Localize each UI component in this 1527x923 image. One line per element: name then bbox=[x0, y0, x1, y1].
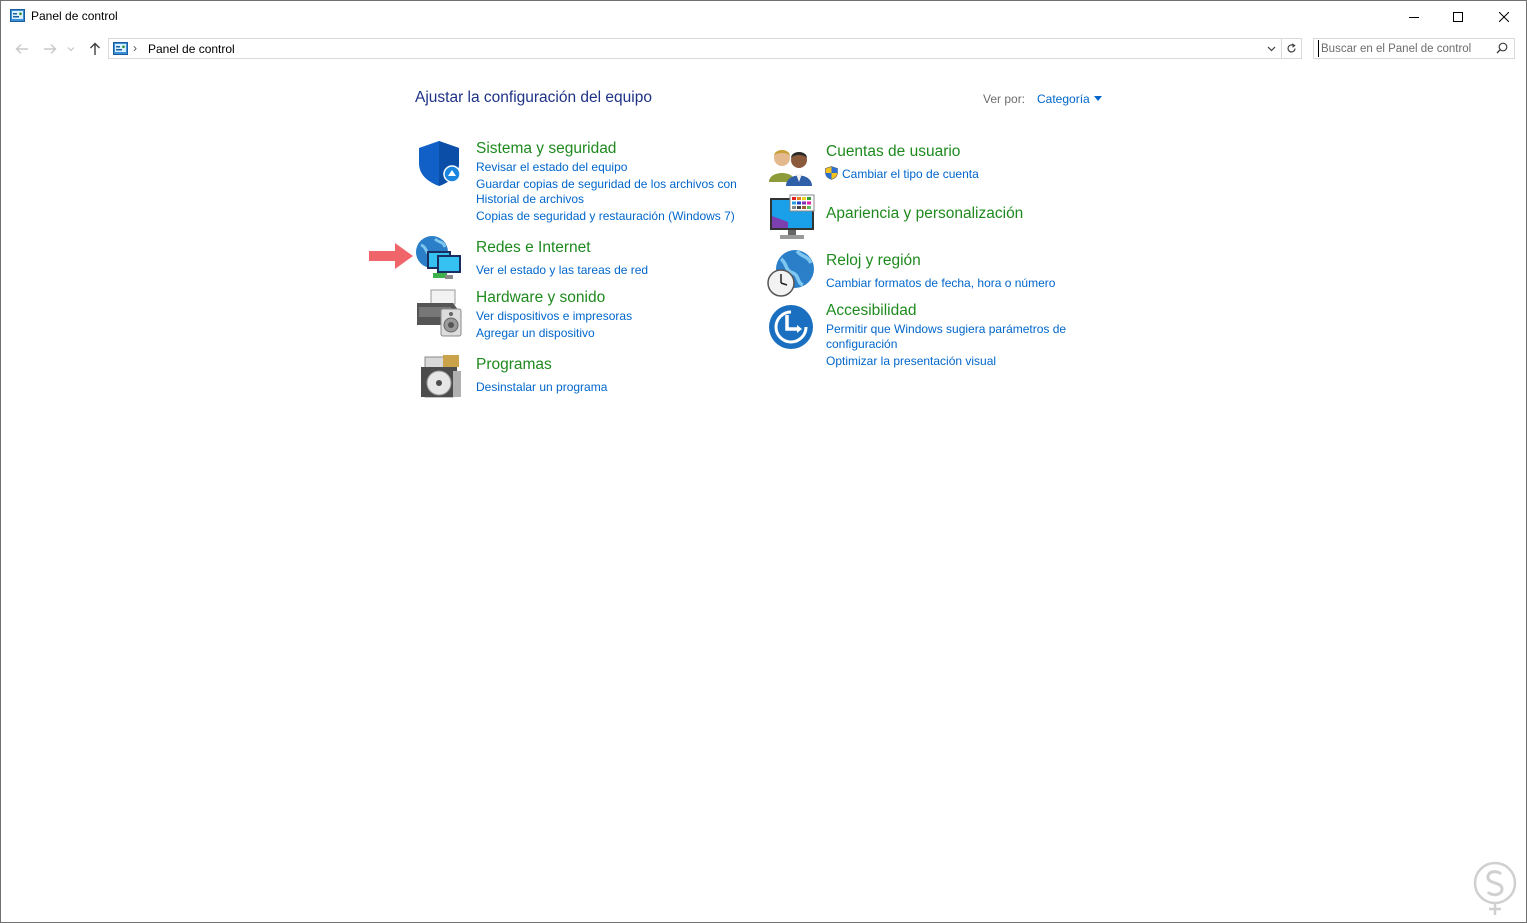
maximize-button[interactable] bbox=[1435, 1, 1481, 32]
title-bar[interactable]: Panel de control bbox=[1, 1, 1526, 32]
search-icon bbox=[1496, 42, 1508, 54]
users-icon[interactable] bbox=[767, 142, 815, 190]
refresh-icon bbox=[1287, 43, 1296, 53]
shield-icon[interactable] bbox=[415, 139, 463, 187]
link-review-computer-status[interactable]: Revisar el estado del equipo bbox=[476, 160, 627, 174]
search-box[interactable] bbox=[1313, 38, 1515, 59]
category-network-internet[interactable]: Redes e Internet bbox=[476, 239, 591, 257]
forward-button[interactable] bbox=[39, 39, 61, 59]
close-button[interactable] bbox=[1481, 1, 1526, 32]
view-by-label: Ver por: bbox=[983, 92, 1026, 106]
control-panel-icon bbox=[10, 9, 25, 22]
link-change-account-type[interactable]: Cambiar el tipo de cuenta bbox=[842, 167, 979, 181]
back-button[interactable] bbox=[11, 39, 33, 59]
chevron-down-icon bbox=[1267, 46, 1275, 51]
page-title: Ajustar la configuración del equipo bbox=[415, 89, 652, 106]
printer-speaker-icon[interactable] bbox=[415, 289, 463, 337]
category-user-accounts[interactable]: Cuentas de usuario bbox=[826, 143, 960, 161]
link-uninstall-program[interactable]: Desinstalar un programa bbox=[476, 380, 607, 394]
link-backup-restore-win7[interactable]: Copias de seguridad y restauración (Wind… bbox=[476, 209, 735, 223]
link-let-windows-suggest-settings-cont[interactable]: configuración bbox=[826, 337, 897, 351]
category-hardware-sound[interactable]: Hardware y sonido bbox=[476, 289, 605, 307]
link-change-date-time-formats[interactable]: Cambiar formatos de fecha, hora o número bbox=[826, 276, 1055, 290]
window-title: Panel de control bbox=[31, 9, 118, 23]
link-devices-printers[interactable]: Ver dispositivos e impresoras bbox=[476, 309, 632, 323]
link-network-status-tasks[interactable]: Ver el estado y las tareas de red bbox=[476, 263, 648, 277]
up-button[interactable] bbox=[84, 39, 106, 59]
refresh-button[interactable] bbox=[1281, 39, 1301, 58]
back-arrow-icon bbox=[15, 44, 28, 54]
maximize-icon bbox=[1453, 11, 1463, 22]
address-bar[interactable]: › Panel de control bbox=[108, 38, 1302, 59]
chevron-down-icon bbox=[67, 47, 75, 52]
forward-arrow-icon bbox=[44, 44, 57, 54]
address-dropdown-button[interactable] bbox=[1263, 39, 1279, 58]
caret-down-icon[interactable] bbox=[1094, 96, 1102, 101]
link-let-windows-suggest-settings[interactable]: Permitir que Windows sugiera parámetros … bbox=[826, 322, 1066, 336]
link-file-history[interactable]: Historial de archivos bbox=[476, 192, 584, 206]
control-panel-window: Panel de control › Panel de control Busc… bbox=[0, 0, 1527, 923]
breadcrumb-separator[interactable]: › bbox=[133, 41, 137, 55]
uac-shield-icon bbox=[825, 166, 838, 180]
category-appearance-personalization[interactable]: Apariencia y personalización bbox=[826, 205, 1023, 223]
close-icon bbox=[1499, 11, 1509, 22]
clock-globe-icon[interactable] bbox=[767, 249, 815, 297]
category-system-security[interactable]: Sistema y seguridad bbox=[476, 140, 616, 158]
category-programs[interactable]: Programas bbox=[476, 356, 552, 374]
minimize-icon bbox=[1409, 16, 1419, 18]
programs-disc-icon[interactable] bbox=[417, 353, 465, 401]
minimize-button[interactable] bbox=[1391, 1, 1437, 32]
monitor-palette-icon[interactable] bbox=[768, 194, 816, 242]
network-globe-icon[interactable] bbox=[415, 235, 463, 283]
accessibility-icon[interactable] bbox=[767, 303, 815, 351]
link-add-device[interactable]: Agregar un dispositivo bbox=[476, 326, 595, 340]
view-by-dropdown[interactable]: Categoría bbox=[1037, 92, 1090, 106]
link-save-backup-copies[interactable]: Guardar copias de seguridad de los archi… bbox=[476, 177, 737, 191]
up-arrow-icon bbox=[90, 42, 100, 55]
site-logo-icon bbox=[1473, 861, 1517, 915]
control-panel-icon bbox=[113, 42, 128, 55]
breadcrumb-control-panel[interactable]: Panel de control bbox=[148, 42, 235, 56]
pointer-arrow-icon bbox=[369, 243, 413, 269]
recent-locations-button[interactable] bbox=[63, 39, 79, 59]
category-accessibility[interactable]: Accesibilidad bbox=[826, 302, 916, 320]
category-clock-region[interactable]: Reloj y región bbox=[826, 252, 921, 270]
search-input[interactable] bbox=[1318, 40, 1491, 57]
link-optimize-visual-display[interactable]: Optimizar la presentación visual bbox=[826, 354, 996, 368]
